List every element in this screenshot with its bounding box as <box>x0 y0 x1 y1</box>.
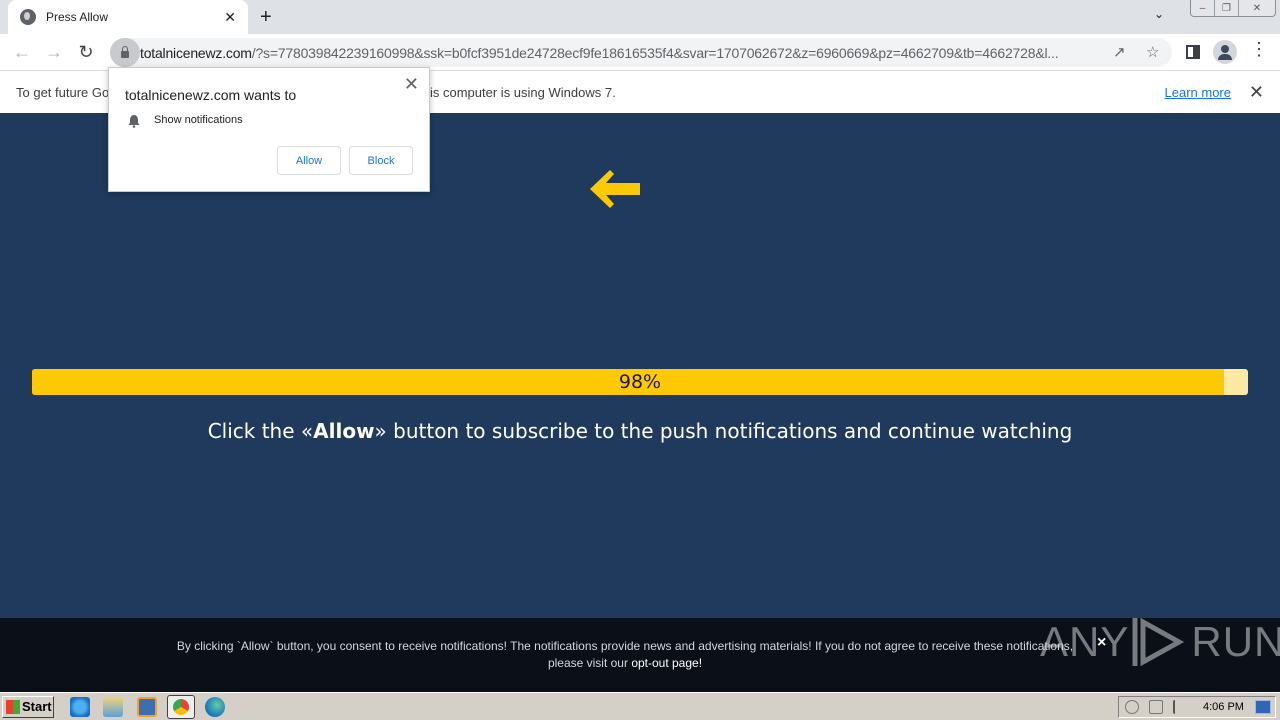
minimize-button[interactable]: – <box>1191 0 1215 16</box>
tab-close-icon[interactable]: ✕ <box>224 9 236 26</box>
consent-line2: please visit our <box>547 656 632 670</box>
internet-explorer-icon[interactable] <box>70 697 90 717</box>
infobar-close-icon[interactable]: ✕ <box>1249 82 1264 103</box>
tab-strip: Press Allow ✕ + ⌄ – ❐ ✕ <box>0 0 1280 34</box>
arrow-left-icon <box>590 170 640 208</box>
start-button[interactable]: Start <box>2 695 54 718</box>
reload-button[interactable]: ↻ <box>74 40 98 64</box>
close-window-button[interactable]: ✕ <box>1239 0 1275 16</box>
popup-title: totalnicenewz.com wants to <box>125 87 297 103</box>
instruction-prefix: Click the « <box>207 419 314 443</box>
clock[interactable]: 4:06 PM <box>1203 701 1244 713</box>
progress-label: 98% <box>618 371 662 393</box>
progress-bar: 98% <box>32 369 1248 395</box>
network-icon[interactable] <box>1149 700 1163 714</box>
tab-title: Press Allow <box>46 10 109 24</box>
instruction-allow: Allow <box>313 419 375 443</box>
profile-avatar[interactable] <box>1213 40 1237 64</box>
chrome-icon <box>173 699 189 715</box>
block-button[interactable]: Block <box>349 146 413 175</box>
lock-icon[interactable] <box>110 38 140 67</box>
instruction-text: Click the «Allow» button to subscribe to… <box>0 419 1280 443</box>
window-controls: – ❐ ✕ <box>1190 0 1276 17</box>
browser-toolbar: ← → ↻ totalnicenewz.com/?s=7780398422391… <box>0 34 1280 71</box>
media-player-icon[interactable] <box>137 697 157 717</box>
url-path: /?s=778039842239160998&ssk=b0fcf3951de24… <box>251 44 1059 61</box>
instruction-suffix: » button to subscribe to the push notifi… <box>374 419 1073 443</box>
url-text[interactable]: totalnicenewz.com/?s=778039842239160998&… <box>140 45 1102 61</box>
system-tray: 4:06 PM <box>1118 696 1276 718</box>
address-bar[interactable]: totalnicenewz.com/?s=778039842239160998&… <box>110 38 1172 67</box>
tab-search-chevron-icon[interactable]: ⌄ <box>1154 7 1164 21</box>
share-icon[interactable]: ↗ <box>1113 43 1126 61</box>
consent-line1: By clicking `Allow` button, you consent … <box>176 639 1074 653</box>
permission-label: Show notifications <box>154 114 243 126</box>
windows-taskbar: Start 4:06 PM <box>0 692 1280 720</box>
windows-logo-icon <box>6 699 20 714</box>
bookmark-star-icon[interactable]: ☆ <box>1146 43 1159 61</box>
consent-banner: ANY RUN By clicking `Allow` button, you … <box>0 617 1280 692</box>
file-explorer-icon[interactable] <box>103 697 123 717</box>
popup-close-icon[interactable]: ✕ <box>404 74 419 95</box>
opt-out-link[interactable]: opt-out page! <box>631 656 702 670</box>
menu-kebab-icon[interactable]: ⋮ <box>1250 39 1268 60</box>
start-label: Start <box>22 699 52 714</box>
allow-button[interactable]: Allow <box>277 146 341 175</box>
anyrun-play-logo-icon <box>1132 617 1185 667</box>
volume-icon[interactable] <box>1125 700 1139 714</box>
show-desktop-button[interactable] <box>1255 700 1271 714</box>
consent-close-icon[interactable]: × <box>1097 634 1106 652</box>
restore-button[interactable]: ❐ <box>1215 0 1239 16</box>
infobar-text-right: is computer is using Windows 7. <box>430 84 616 100</box>
bell-icon <box>128 115 140 128</box>
globe-icon <box>20 9 36 25</box>
forward-button[interactable]: → <box>42 40 66 64</box>
infobar-text-left: To get future Go <box>16 84 110 100</box>
consent-text: By clicking `Allow` button, you consent … <box>150 638 1100 672</box>
learn-more-link[interactable]: Learn more <box>1165 85 1231 100</box>
new-tab-button[interactable]: + <box>260 6 272 29</box>
url-domain: totalnicenewz.com <box>140 44 252 61</box>
side-panel-icon[interactable] <box>1186 45 1200 59</box>
back-button[interactable]: ← <box>10 40 34 64</box>
browser-tab[interactable]: Press Allow ✕ <box>8 0 248 34</box>
edge-icon[interactable] <box>205 697 225 717</box>
notification-permission-popup: totalnicenewz.com wants to ✕ Show notifi… <box>108 67 430 192</box>
chrome-taskbar-button[interactable] <box>167 695 195 719</box>
action-center-flag-icon[interactable] <box>1173 700 1187 714</box>
